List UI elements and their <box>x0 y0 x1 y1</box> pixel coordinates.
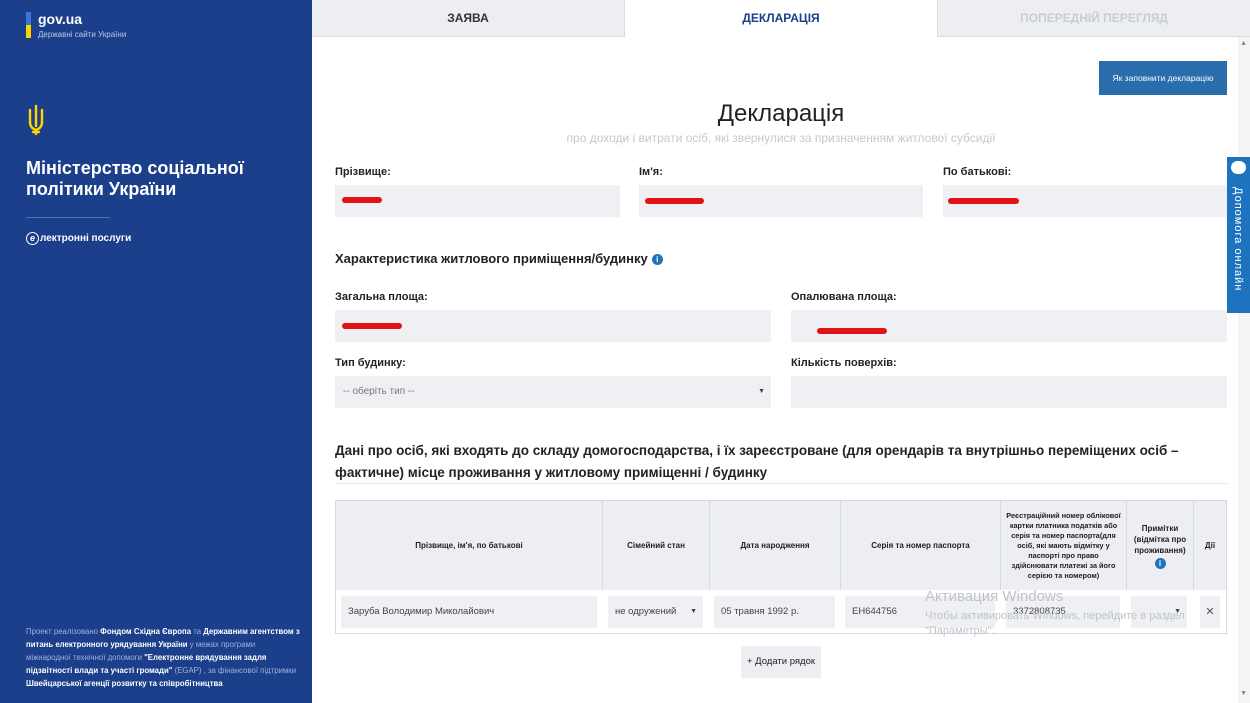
building-type-select[interactable]: -- оберіть тип -- ▼ <box>335 376 771 408</box>
surname-label: Прізвище: <box>335 166 391 178</box>
redaction-mark <box>645 198 704 204</box>
note-text: Проект реалізовано <box>26 627 101 636</box>
gov-ua-logo[interactable]: gov.ua Державні сайти України <box>26 12 126 39</box>
eservices-label: лектронні послуги <box>40 233 132 244</box>
note-link-swiss[interactable]: Швейцарської агенції розвитку та співроб… <box>26 679 223 688</box>
note-text: та <box>191 627 204 636</box>
scroll-down-icon[interactable]: ▼ <box>1240 690 1247 697</box>
tab-preview[interactable]: ПОПЕРЕДНІЙ ПЕРЕГЛЯД <box>938 0 1250 37</box>
col-full-name: Прізвище, ім'я, по батькові <box>336 501 603 590</box>
floors-field[interactable] <box>791 376 1227 408</box>
eservices-link[interactable]: е лектронні послуги <box>26 232 131 245</box>
row-marital-select[interactable]: не одружений ▼ <box>608 596 703 628</box>
trident-icon <box>28 104 44 136</box>
table-header: Прізвище, ім'я, по батькові Сімейний ста… <box>336 501 1226 590</box>
page-title: Декларація <box>717 100 845 127</box>
how-to-fill-button[interactable]: Як заповнити декларацію <box>1099 61 1227 95</box>
floors-label: Кількість поверхів: <box>791 357 897 369</box>
housing-heading-text: Характеристика житлового приміщення/буди… <box>335 251 648 266</box>
ukraine-flag-icon <box>26 12 31 38</box>
heated-area-label: Опалювана площа: <box>791 291 897 303</box>
row-tax-id-field[interactable]: 3372808735 <box>1006 596 1120 628</box>
redaction-mark <box>342 323 402 329</box>
note-link-fund[interactable]: Фондом Східна Європа <box>100 627 191 636</box>
col-notes-label: Примітки (відмітка про проживання) <box>1133 523 1187 555</box>
tab-bar: ЗАЯВА ДЕКЛАРАЦІЯ ПОПЕРЕДНІЙ ПЕРЕГЛЯД <box>312 0 1250 37</box>
note-text: (EGAP) , за фінансової підтримки <box>172 666 297 675</box>
col-tax-id: Реєстраційний номер облікової картки пла… <box>1001 501 1127 590</box>
ministry-name[interactable]: Міністерство соціальної політики України <box>26 158 296 200</box>
project-note: Проект реалізовано Фондом Східна Європа … <box>26 625 302 690</box>
delete-row-button[interactable]: ✕ <box>1200 596 1220 628</box>
dropdown-arrow-icon: ▼ <box>758 388 765 395</box>
row-full-name-field[interactable]: Заруба Володимир Миколайович <box>341 596 597 628</box>
info-icon[interactable]: i <box>651 254 663 265</box>
housing-heading: Характеристика житлового приміщення/буди… <box>335 251 663 266</box>
building-type-value: -- оберіть тип -- <box>343 386 415 397</box>
name-label: Ім'я: <box>639 166 663 178</box>
e-logo-icon: е <box>26 232 39 245</box>
redaction-mark <box>342 197 382 203</box>
info-icon[interactable]: i <box>1154 557 1166 569</box>
total-area-label: Загальна площа: <box>335 291 428 303</box>
row-birth-date-field[interactable]: 05 травня 1992 р. <box>714 596 835 628</box>
gov-ua-subtitle: Державні сайти України <box>38 30 127 39</box>
sidebar: gov.ua Державні сайти України Міністерст… <box>0 0 312 703</box>
heated-area-field[interactable] <box>791 310 1227 342</box>
close-icon: ✕ <box>1205 606 1215 618</box>
gov-ua-name: gov.ua <box>38 11 83 27</box>
col-marital-status: Сімейний стан <box>603 501 710 590</box>
help-online-label: Допомога онлайн <box>1232 187 1244 292</box>
col-birth-date: Дата народження <box>710 501 841 590</box>
tab-declaration[interactable]: ДЕКЛАРАЦІЯ <box>624 0 938 37</box>
patronymic-label: По батькові: <box>943 166 1012 178</box>
redaction-mark <box>948 198 1019 204</box>
dropdown-arrow-icon: ▼ <box>690 608 697 615</box>
add-row-button[interactable]: + Додати рядок <box>741 646 821 678</box>
tab-application[interactable]: ЗАЯВА <box>312 0 624 37</box>
sidebar-divider <box>26 217 110 218</box>
chat-icon <box>1231 161 1246 174</box>
row-passport-field[interactable]: ЕН644756 <box>845 596 995 628</box>
redaction-mark <box>817 328 887 334</box>
col-notes: Примітки (відмітка про проживання) i <box>1127 501 1194 590</box>
household-heading: Дані про осіб, які входять до складу дом… <box>335 443 1179 480</box>
row-notes-select[interactable]: ▼ <box>1131 596 1187 628</box>
section-divider <box>335 483 1227 484</box>
scroll-up-icon[interactable]: ▲ <box>1240 40 1247 47</box>
household-table: Прізвище, ім'я, по батькові Сімейний ста… <box>335 500 1227 634</box>
building-type-label: Тип будинку: <box>335 357 406 369</box>
dropdown-arrow-icon: ▼ <box>1174 608 1181 615</box>
help-online-button[interactable]: Допомога онлайн <box>1227 157 1250 313</box>
page-subtitle: про доходи і витрати осіб, які звернулис… <box>566 131 996 145</box>
col-passport: Серія та номер паспорта <box>841 501 1001 590</box>
row-marital-value: не одружений <box>615 606 677 617</box>
col-actions: Дії <box>1204 541 1216 550</box>
